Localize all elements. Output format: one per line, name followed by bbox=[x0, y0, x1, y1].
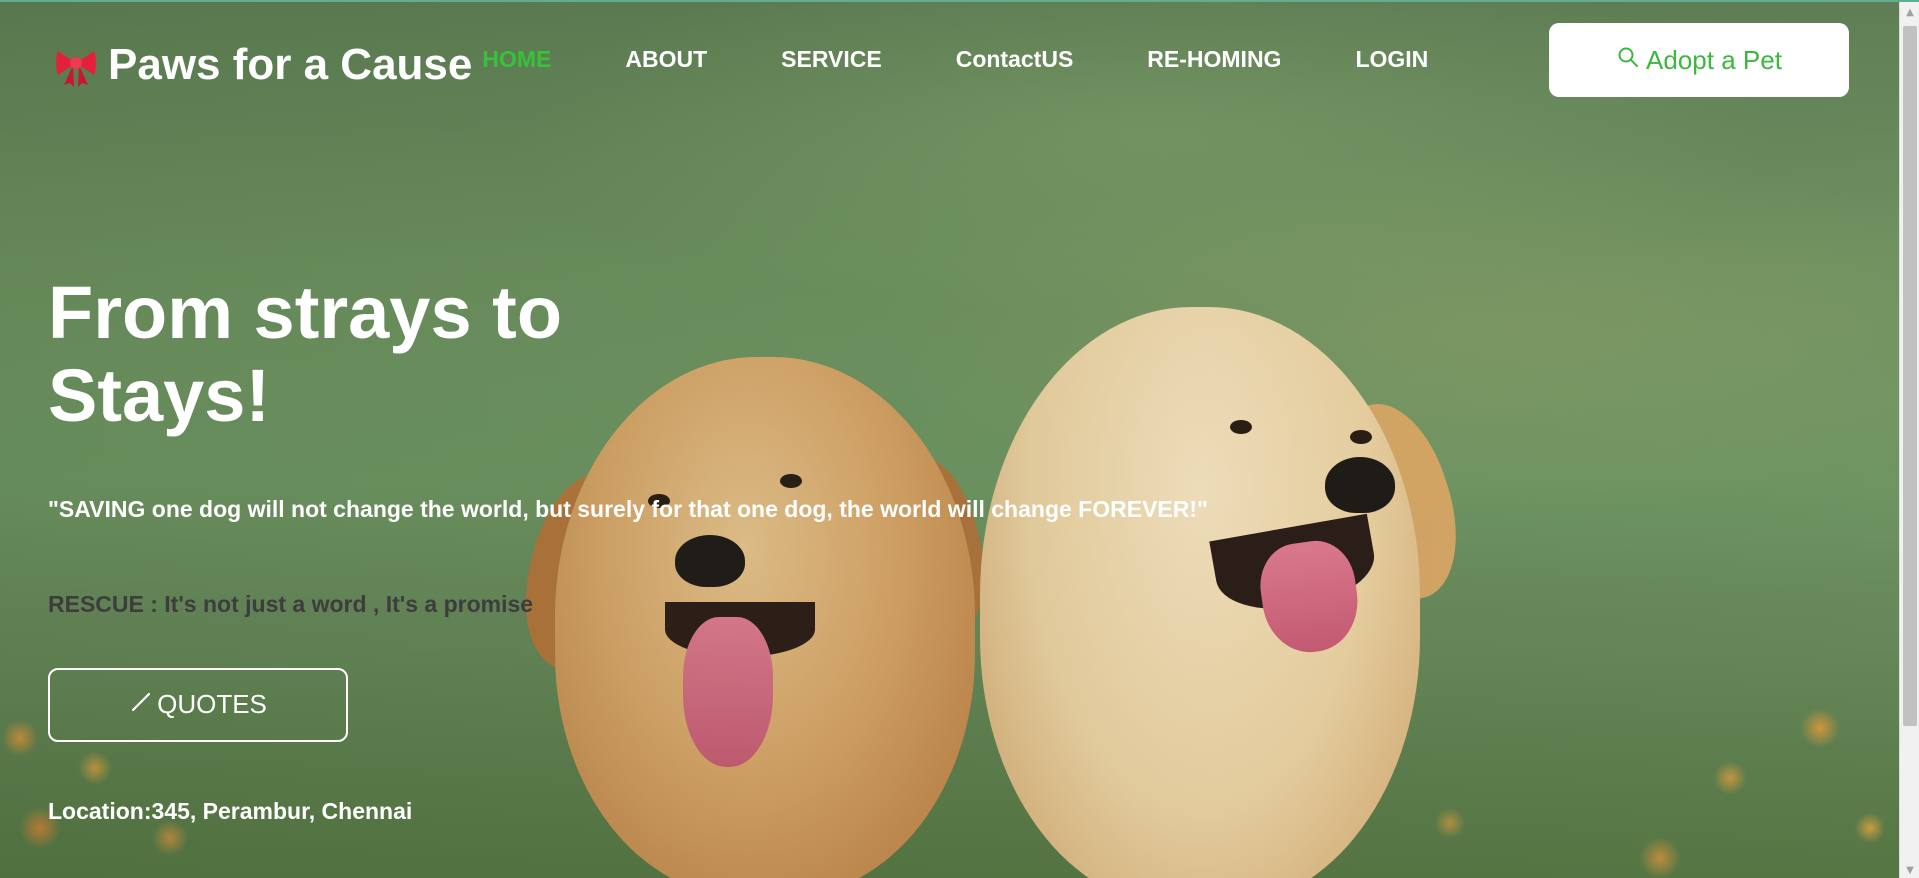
nav-re-homing[interactable]: RE-HOMING bbox=[1147, 46, 1281, 73]
pencil-icon bbox=[129, 689, 153, 720]
scroll-down-arrow-icon[interactable]: ▼ bbox=[1900, 860, 1919, 878]
nav-contact-us[interactable]: ContactUS bbox=[956, 46, 1074, 73]
quotes-label: QUOTES bbox=[157, 689, 267, 720]
brand-logo[interactable]: Paws for a Cause bbox=[52, 41, 472, 89]
hero-quote: "SAVING one dog will not change the worl… bbox=[48, 495, 1208, 522]
search-icon bbox=[1616, 45, 1640, 76]
hero-title-line1: From strays to bbox=[48, 271, 563, 354]
hero-title: From strays to Stays! bbox=[48, 271, 628, 438]
adopt-a-pet-label: Adopt a Pet bbox=[1646, 44, 1782, 75]
nav-about[interactable]: ABOUT bbox=[625, 46, 707, 73]
scrollbar-thumb[interactable] bbox=[1903, 26, 1917, 726]
hero-tagline: RESCUE : It's not just a word , It's a p… bbox=[48, 590, 534, 617]
location-text: Location:345, Perambur, Chennai bbox=[48, 797, 413, 824]
navbar: Paws for a Cause HOME ABOUT SERVICE Cont… bbox=[0, 2, 1899, 122]
nav-service[interactable]: SERVICE bbox=[781, 46, 882, 73]
main-nav: HOME ABOUT SERVICE ContactUS RE-HOMING L… bbox=[482, 46, 1428, 73]
browser-viewport: Paws for a Cause HOME ABOUT SERVICE Cont… bbox=[0, 0, 1919, 878]
vertical-scrollbar[interactable]: ▲ ▼ bbox=[1899, 2, 1919, 878]
scroll-up-arrow-icon[interactable]: ▲ bbox=[1900, 2, 1919, 22]
quotes-button[interactable]: QUOTES bbox=[48, 667, 348, 742]
brand-name: Paws for a Cause bbox=[108, 40, 473, 89]
nav-home[interactable]: HOME bbox=[482, 46, 551, 73]
nav-login[interactable]: LOGIN bbox=[1355, 46, 1428, 73]
hero-title-line2: Stays! bbox=[48, 353, 271, 437]
hero-section: From strays to Stays! "SAVING one dog wi… bbox=[48, 271, 1208, 825]
bow-icon bbox=[52, 41, 100, 89]
adopt-a-pet-button[interactable]: Adopt a Pet bbox=[1549, 23, 1849, 97]
